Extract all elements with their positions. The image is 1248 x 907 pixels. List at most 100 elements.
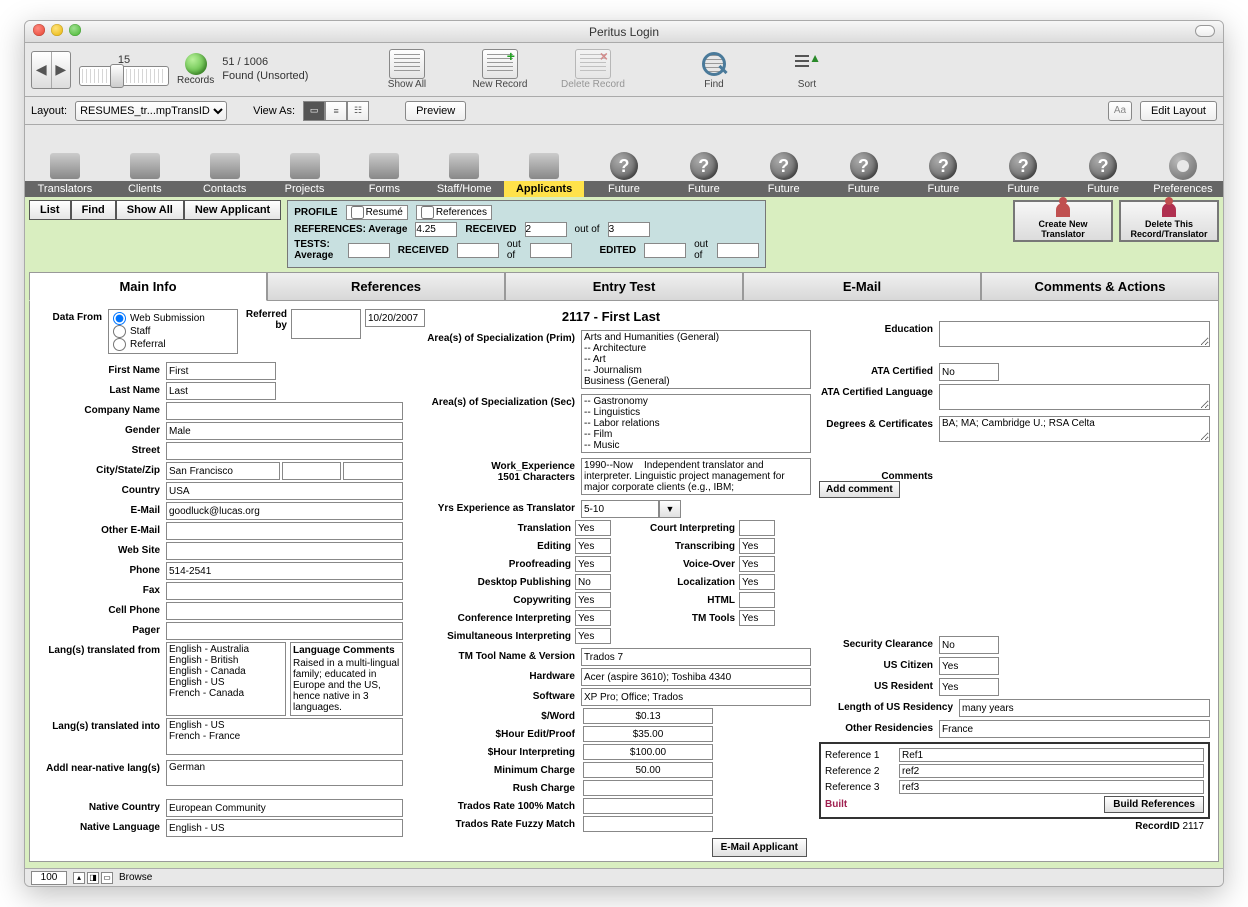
view-form-button[interactable]: ▭: [303, 101, 325, 121]
skill-dtp[interactable]: [575, 574, 611, 590]
native-country-input[interactable]: [166, 799, 403, 817]
delete-record-translator-button[interactable]: Delete This Record/Translator: [1119, 200, 1219, 242]
nav-item-preferences[interactable]: [1143, 129, 1223, 181]
skill-voice[interactable]: [739, 556, 775, 572]
tab-comments---actions[interactable]: Comments & Actions: [981, 272, 1219, 301]
nav-item-future[interactable]: ?: [983, 129, 1063, 181]
skill-html[interactable]: [739, 592, 775, 608]
skill-tmtools[interactable]: [739, 610, 775, 626]
tab-references[interactable]: References: [267, 272, 505, 301]
other-residencies-input[interactable]: [939, 720, 1210, 738]
nav-item-future[interactable]: ?: [664, 129, 744, 181]
company-input[interactable]: [166, 402, 403, 420]
nav-item-clients[interactable]: [105, 129, 185, 181]
lang-from-textarea[interactable]: English - Australia English - British En…: [166, 642, 286, 716]
nav-label[interactable]: Future: [744, 181, 824, 197]
edited-b-input[interactable]: [717, 243, 759, 258]
new-applicant-button[interactable]: New Applicant: [184, 200, 281, 220]
text-format-button[interactable]: Aa: [1108, 101, 1132, 121]
rate-perword[interactable]: [583, 708, 713, 724]
nav-label[interactable]: Future: [664, 181, 744, 197]
slider-knob[interactable]: [110, 64, 124, 88]
education-input[interactable]: [939, 321, 1210, 347]
sort-button[interactable]: Sort: [764, 49, 849, 90]
last-name-input[interactable]: [166, 382, 276, 400]
rate-rush[interactable]: [583, 780, 713, 796]
phone-input[interactable]: [166, 562, 403, 580]
skill-transcribing[interactable]: [739, 538, 775, 554]
ata-lang-input[interactable]: [939, 384, 1210, 410]
us-citizen-input[interactable]: [939, 657, 999, 675]
footer-icon-2[interactable]: ◨: [87, 872, 99, 884]
received2a-input[interactable]: [457, 243, 499, 258]
nav-label[interactable]: Contacts: [185, 181, 265, 197]
flip-arrows[interactable]: ◀▶: [31, 51, 71, 89]
nav-label[interactable]: Staff/Home: [424, 181, 504, 197]
nav-item-applicants[interactable]: [504, 129, 584, 181]
view-list-button[interactable]: ≡: [325, 101, 347, 121]
find-button[interactable]: Find: [671, 49, 756, 90]
tests-avg-input[interactable]: [348, 243, 390, 258]
show-all-button-2[interactable]: Show All: [116, 200, 184, 220]
sec-clear-input[interactable]: [939, 636, 999, 654]
nav-label[interactable]: Future: [903, 181, 983, 197]
refs-avg-input[interactable]: [415, 222, 457, 237]
us-resident-input[interactable]: [939, 678, 999, 696]
lang-into-textarea[interactable]: English - US French - France: [166, 718, 403, 755]
hardware-input[interactable]: [581, 668, 811, 686]
nav-label[interactable]: Clients: [105, 181, 185, 197]
referred-by-input[interactable]: [291, 309, 361, 339]
skill-translation[interactable]: [575, 520, 611, 536]
email-input[interactable]: [166, 502, 403, 520]
new-record-button[interactable]: New Record: [457, 49, 542, 90]
tab-e-mail[interactable]: E-Mail: [743, 272, 981, 301]
close-icon[interactable]: [33, 24, 45, 36]
nav-label[interactable]: Future: [584, 181, 664, 197]
other-email-input[interactable]: [166, 522, 403, 540]
list-button[interactable]: List: [29, 200, 71, 220]
edited-a-input[interactable]: [644, 243, 686, 258]
nav-label[interactable]: Preferences: [1143, 181, 1223, 197]
native-lang-input[interactable]: [166, 819, 403, 837]
addl-lang-textarea[interactable]: German: [166, 760, 403, 786]
work-exp-textarea[interactable]: 1990--Now Independent translator and int…: [581, 458, 811, 495]
skill-proof[interactable]: [575, 556, 611, 572]
nav-item-future[interactable]: ?: [744, 129, 824, 181]
nav-item-future[interactable]: ?: [903, 129, 983, 181]
create-translator-button[interactable]: Create New Translator: [1013, 200, 1113, 242]
spec-prim-textarea[interactable]: Arts and Humanities (General) -- Archite…: [581, 330, 811, 389]
rate-edit[interactable]: [583, 726, 713, 742]
nav-label[interactable]: Future: [824, 181, 904, 197]
rate-trados100[interactable]: [583, 798, 713, 814]
footer-icon-1[interactable]: ▴: [73, 872, 85, 884]
nav-label[interactable]: Future: [1063, 181, 1143, 197]
country-input[interactable]: [166, 482, 403, 500]
zip-input[interactable]: [343, 462, 403, 480]
degrees-input[interactable]: BA; MA; Cambridge U.; RSA Celta: [939, 416, 1210, 442]
rate-min[interactable]: [583, 762, 713, 778]
tmname-input[interactable]: [581, 648, 811, 666]
add-comment-button[interactable]: Add comment: [819, 481, 900, 498]
gender-input[interactable]: [166, 422, 403, 440]
first-name-input[interactable]: [166, 362, 276, 380]
spec-sec-textarea[interactable]: -- Gastronomy -- Linguistics -- Labor re…: [581, 394, 811, 453]
find-button-2[interactable]: Find: [71, 200, 116, 220]
city-input[interactable]: [166, 462, 280, 480]
edit-layout-button[interactable]: Edit Layout: [1140, 101, 1217, 121]
software-input[interactable]: [581, 688, 811, 706]
website-input[interactable]: [166, 542, 403, 560]
ref3-input[interactable]: [899, 780, 1204, 794]
rate-tradosfuzzy[interactable]: [583, 816, 713, 832]
nav-label[interactable]: Translators: [25, 181, 105, 197]
skill-copy[interactable]: [575, 592, 611, 608]
tab-main-info[interactable]: Main Info: [29, 272, 267, 301]
state-input[interactable]: [282, 462, 342, 480]
record-slider[interactable]: [79, 66, 169, 86]
data-from-option[interactable]: Web Submission: [113, 312, 233, 325]
tab-entry-test[interactable]: Entry Test: [505, 272, 743, 301]
data-from-option[interactable]: Referral: [113, 338, 233, 351]
nav-item-projects[interactable]: [265, 129, 345, 181]
street-input[interactable]: [166, 442, 403, 460]
nav-item-staffhome[interactable]: [424, 129, 504, 181]
rate-interp[interactable]: [583, 744, 713, 760]
